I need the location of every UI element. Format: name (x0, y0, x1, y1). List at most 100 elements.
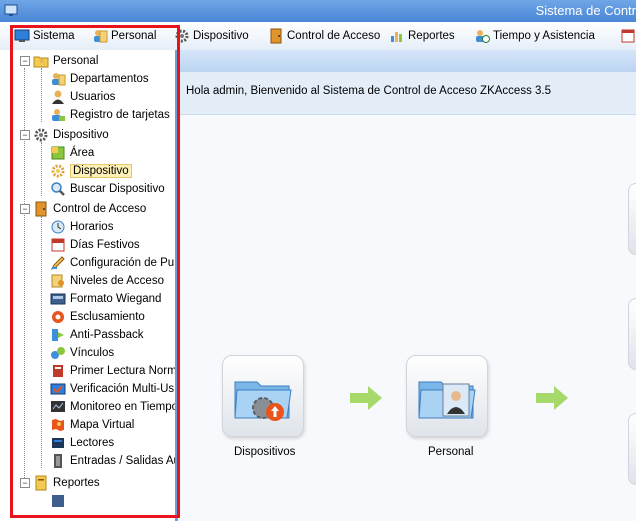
sidebar-tree: − Personal Departamentos Usuarios Regist… (0, 50, 178, 521)
sidebar-item-partial[interactable] (50, 492, 70, 510)
sidebar-item-entradas-salidas[interactable]: Entradas / Salidas Au (50, 452, 178, 470)
tree-label: Horarios (70, 221, 114, 233)
sidebar-item-esclusamiento[interactable]: Esclusamiento (50, 308, 145, 326)
sidebar-group-dispositivo[interactable]: Dispositivo (33, 126, 109, 144)
anti-passback-icon (52, 329, 64, 341)
monitor-icon (51, 401, 65, 412)
tree-label: Buscar Dispositivo (70, 183, 165, 195)
tree-label: Primer Lectura Norm (70, 365, 177, 377)
expand-toggle[interactable]: − (20, 130, 30, 140)
personal-folder-icon (33, 56, 49, 68)
expand-toggle[interactable]: − (20, 204, 30, 214)
door-icon (270, 28, 282, 44)
menu-sistema[interactable]: Sistema (14, 27, 75, 45)
sidebar-item-horarios[interactable]: Horarios (50, 218, 113, 236)
search-icon (51, 182, 65, 196)
tree-label: Lectores (70, 437, 115, 449)
menu-tiempo-asistencia[interactable]: Tiempo y Asistencia (474, 27, 595, 45)
tree-label: Departamentos (70, 73, 149, 85)
user-icon (52, 90, 64, 104)
map-icon (52, 419, 64, 431)
reader-device-icon (52, 438, 64, 448)
sidebar-item-formato-wiegand[interactable]: Formato Wiegand (50, 290, 161, 308)
menu-bar: Sistema Personal Dispositivo Control de … (0, 22, 636, 51)
sidebar-group-reportes[interactable]: Reportes (33, 474, 100, 492)
menu-dispositivo[interactable]: Dispositivo (174, 27, 249, 45)
link-icon (51, 347, 65, 359)
sidebar-item-vinculos[interactable]: Vínculos (50, 344, 114, 362)
menu-overflow[interactable] (620, 27, 636, 45)
calendar-icon (621, 29, 635, 43)
key-icon (51, 274, 64, 288)
window-title: Sistema de Contr (535, 3, 636, 18)
gear-icon (175, 29, 189, 43)
calendar-icon (51, 238, 65, 252)
interlock-icon (52, 311, 64, 323)
menu-label: Reportes (408, 30, 455, 42)
tree-label: Área (70, 147, 95, 159)
personal-label: Personal (428, 446, 474, 458)
menu-label: Dispositivo (193, 30, 249, 42)
sidebar-item-niveles-acceso[interactable]: Niveles de Acceso (50, 272, 164, 290)
card-user-icon (52, 109, 65, 121)
first-card-icon (53, 365, 63, 377)
flow-arrow-icon (350, 386, 382, 410)
expand-toggle[interactable]: − (20, 478, 30, 488)
menu-control-acceso[interactable]: Control de Acceso (268, 27, 380, 45)
sidebar-item-usuarios[interactable]: Usuarios (50, 88, 115, 106)
dispositivos-card[interactable] (222, 355, 304, 437)
door-icon (35, 201, 47, 217)
welcome-text: Hola admin, Bienvenido al Sistema de Con… (186, 85, 551, 97)
tree-label: Días Festivos (70, 239, 140, 251)
monitor-icon (14, 29, 30, 42)
menu-personal[interactable]: Personal (92, 27, 156, 45)
tree-label: Verificación Multi-Us (70, 383, 175, 395)
area-icon (51, 146, 65, 160)
sidebar-item-departamentos[interactable]: Departamentos (50, 70, 149, 88)
partial-card[interactable] (628, 298, 636, 370)
sidebar-item-mapa-virtual[interactable]: Mapa Virtual (50, 416, 134, 434)
reader-icon (50, 293, 66, 305)
tree-label: Control de Acceso (53, 203, 147, 215)
sidebar-item-anti-passback[interactable]: Anti-Passback (50, 326, 144, 344)
tree-label: Configuración de Pu (70, 257, 175, 269)
menu-label: Personal (111, 30, 157, 42)
sidebar-item-monitoreo[interactable]: Monitoreo en Tiempo (50, 398, 178, 416)
tree-label: Formato Wiegand (70, 293, 162, 305)
report-icon (391, 32, 402, 42)
partial-card[interactable] (628, 413, 636, 485)
menu-label: Tiempo y Asistencia (493, 30, 595, 42)
sidebar-item-lectores[interactable]: Lectores (50, 434, 114, 452)
sidebar-item-dispositivo[interactable]: Dispositivo (50, 162, 132, 180)
tree-label: Registro de tarjetas (70, 109, 170, 121)
sidebar-item-buscar-dispositivo[interactable]: Buscar Dispositivo (50, 180, 165, 198)
report-icon (35, 475, 47, 491)
tree-label: Dispositivo (53, 129, 109, 141)
title-bar: Sistema de Contr (0, 0, 636, 22)
sidebar-group-personal[interactable]: Personal (33, 52, 98, 70)
tree-label: Monitoreo en Tiempo (70, 401, 178, 413)
personal-card[interactable] (406, 355, 488, 437)
tree-label: Dispositivo (70, 164, 132, 178)
tree-label: Usuarios (70, 91, 116, 103)
partial-card[interactable] (628, 183, 636, 255)
sidebar-item-verificacion-multi[interactable]: Verificación Multi-Us (50, 380, 174, 398)
expand-toggle[interactable]: − (20, 56, 30, 66)
flow-arrow-icon (536, 386, 568, 410)
tree-label: Entradas / Salidas Au (70, 455, 178, 467)
sidebar-item-dias-festivos[interactable]: Días Festivos (50, 236, 140, 254)
sidebar-item-registro-tarjetas[interactable]: Registro de tarjetas (50, 106, 170, 124)
gear-icon (34, 128, 48, 142)
welcome-banner: Hola admin, Bienvenido al Sistema de Con… (175, 72, 636, 115)
people-icon (52, 73, 66, 86)
io-door-icon (54, 454, 62, 468)
sidebar-item-configuracion[interactable]: Configuración de Pu (50, 254, 174, 272)
settings-pencil-icon (50, 256, 65, 271)
tree-label: Anti-Passback (70, 329, 144, 341)
menu-reportes[interactable]: Reportes (389, 27, 455, 45)
sidebar-item-primer-lectura[interactable]: Primer Lectura Norm (50, 362, 177, 380)
sidebar-item-area[interactable]: Área (50, 144, 94, 162)
sidebar-group-control-acceso[interactable]: Control de Acceso (33, 200, 146, 218)
tree-label: Reportes (53, 477, 100, 489)
tree-label: Mapa Virtual (70, 419, 135, 431)
